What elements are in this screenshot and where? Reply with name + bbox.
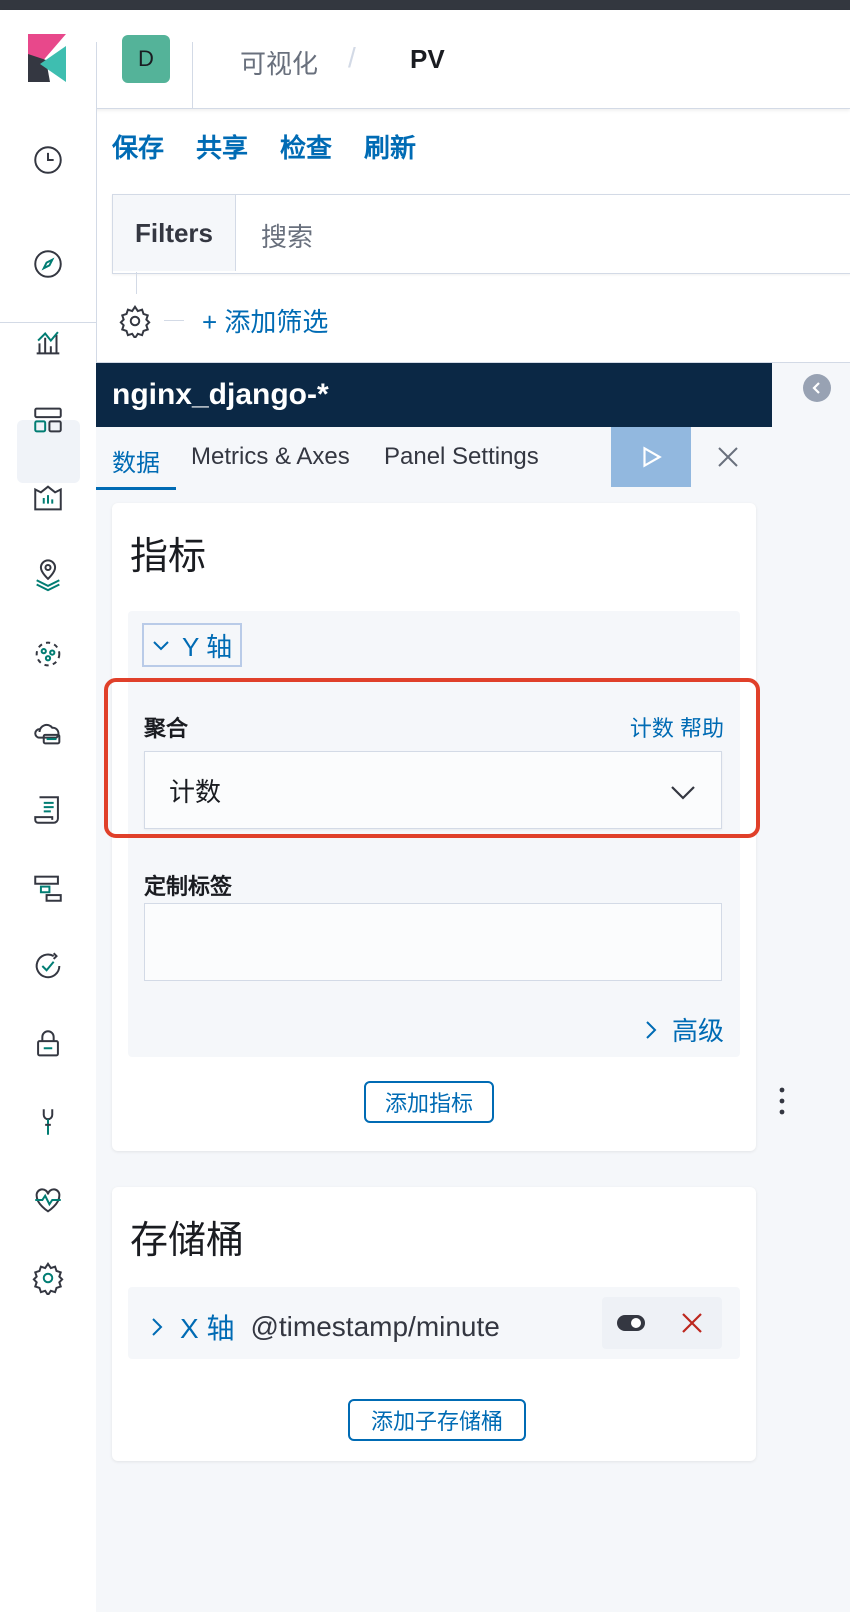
infrastructure-icon[interactable] (28, 712, 68, 752)
refresh-link[interactable]: 刷新 (364, 128, 416, 168)
share-link[interactable]: 共享 (196, 128, 248, 168)
aggregation-value: 计数 (169, 777, 222, 807)
siem-icon[interactable] (28, 1024, 68, 1064)
breadcrumb-current: PV (410, 44, 445, 74)
aggregation-help-link[interactable]: 计数 帮助 (630, 711, 724, 743)
x-axis-label: X 轴 (180, 1313, 235, 1344)
toggle-icon[interactable] (616, 1313, 646, 1333)
y-axis-label: Y 轴 (182, 631, 233, 662)
kibana-logo[interactable] (28, 34, 66, 82)
metrics-card: 指标 Y 轴 聚合 计数 帮助 计数 定制标签 高级 添加指标 (112, 503, 756, 1151)
side-nav (0, 108, 97, 1612)
bucket-controls (602, 1297, 722, 1349)
dashboard-icon[interactable] (28, 400, 68, 440)
y-axis-toggle[interactable]: Y 轴 (142, 623, 243, 667)
query-bar: Filters 搜索 (112, 194, 850, 274)
filter-connector (136, 272, 137, 294)
apply-button[interactable] (611, 427, 691, 487)
remove-icon[interactable] (680, 1311, 704, 1335)
visualization-area (772, 363, 850, 1612)
active-tab-indicator (96, 487, 176, 490)
filters-button[interactable]: Filters (113, 195, 236, 271)
close-icon (718, 447, 738, 467)
aggregation-label: 聚合 (144, 716, 189, 741)
x-axis-bucket-row[interactable]: X 轴 @timestamp/minute (128, 1287, 740, 1359)
space-avatar[interactable]: D (122, 35, 170, 83)
y-axis-panel: Y 轴 聚合 计数 帮助 计数 定制标签 高级 (128, 611, 740, 1057)
aggregation-select[interactable]: 计数 (144, 751, 722, 829)
inspect-link[interactable]: 检查 (280, 128, 332, 168)
header-divider (96, 42, 97, 108)
breadcrumb-visualize[interactable]: 可视化 (240, 44, 318, 81)
save-link[interactable]: 保存 (112, 128, 164, 168)
uptime-icon[interactable] (28, 946, 68, 986)
x-axis-field: @timestamp/minute (250, 1311, 500, 1342)
monitoring-icon[interactable] (28, 1180, 68, 1220)
clock-icon[interactable] (28, 140, 68, 180)
filter-dash (164, 320, 184, 321)
compass-icon[interactable] (28, 244, 68, 284)
search-input[interactable]: 搜索 (261, 217, 313, 254)
dev-tools-icon[interactable] (28, 1102, 68, 1142)
tab-panel-settings[interactable]: Panel Settings (384, 443, 539, 471)
top-strip (0, 0, 850, 10)
add-sub-bucket-button[interactable]: 添加子存储桶 (348, 1399, 526, 1441)
tab-data[interactable]: 数据 (112, 443, 160, 478)
ml-icon[interactable] (28, 634, 68, 674)
chevron-down-icon (671, 786, 695, 800)
collapse-sidebar-icon[interactable] (803, 374, 831, 402)
buckets-title: 存储桶 (130, 1220, 245, 1262)
custom-label-label: 定制标签 (144, 874, 233, 899)
canvas-icon[interactable] (28, 478, 68, 518)
header-divider (192, 42, 193, 108)
discard-button[interactable] (712, 441, 744, 473)
apm-icon[interactable] (28, 868, 68, 908)
gear-icon[interactable] (118, 304, 152, 340)
resize-handle-icon[interactable] (778, 1086, 786, 1116)
buckets-card: 存储桶 X 轴 @timestamp/minute 添加子存储桶 (112, 1187, 756, 1461)
management-icon[interactable] (28, 1258, 68, 1298)
x-axis-bucket-title: X 轴 @timestamp/minute (150, 1307, 500, 1347)
chevron-down-icon (153, 641, 169, 651)
tab-metrics-axes[interactable]: Metrics & Axes (191, 443, 350, 471)
breadcrumb-separator: / (348, 42, 356, 73)
chevron-right-icon (646, 1020, 657, 1039)
index-pattern-title: nginx_django-* (96, 363, 772, 427)
editor-tabs: 数据 Metrics & Axes Panel Settings (96, 427, 772, 491)
top-nav-menu: 保存 共享 检查 刷新 (112, 128, 416, 168)
advanced-toggle[interactable]: 高级 (644, 1011, 724, 1048)
visualize-icon[interactable] (28, 322, 68, 362)
chevron-right-icon (152, 1318, 163, 1336)
logs-icon[interactable] (28, 790, 68, 830)
add-metric-button[interactable]: 添加指标 (364, 1081, 494, 1123)
add-filter-button[interactable]: + 添加筛选 (202, 302, 328, 339)
maps-icon[interactable] (28, 556, 68, 596)
advanced-label: 高级 (671, 1016, 724, 1046)
custom-label-input[interactable] (144, 903, 722, 981)
vis-editor-sidebar: nginx_django-* 数据 Metrics & Axes Panel S… (96, 363, 772, 1612)
play-icon (643, 446, 662, 468)
metrics-title: 指标 (130, 536, 207, 578)
